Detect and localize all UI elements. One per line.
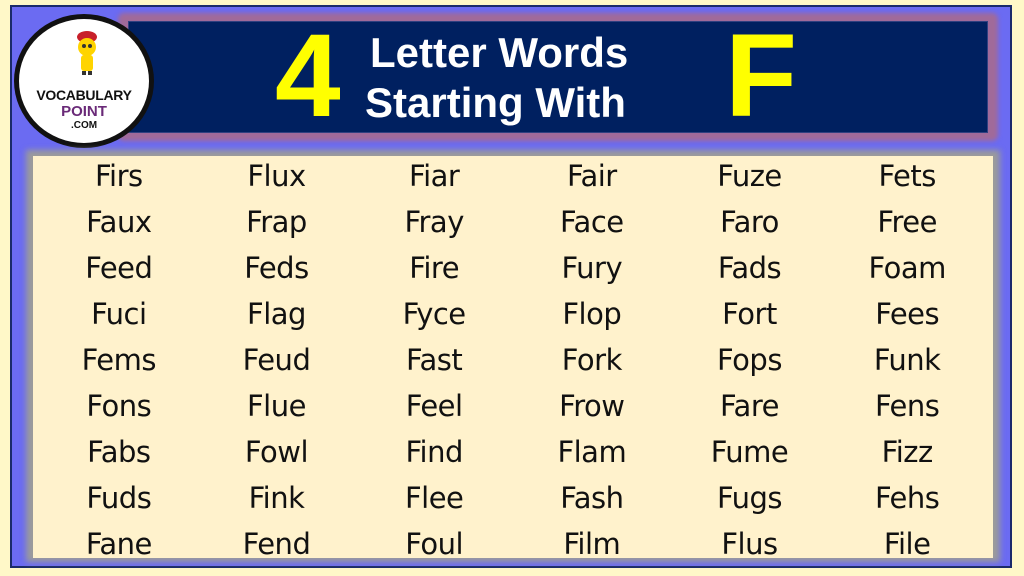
word-item: Flus [721,527,778,561]
title-number: 4 [275,10,341,142]
word-item: File [883,527,931,561]
word-item: Fork [561,343,623,377]
word-item: Fray [404,205,464,239]
word-item: Frow [559,389,625,423]
word-item: Flag [247,297,306,331]
title-line-2: Starting With [365,79,626,126]
word-item: Fads [717,251,782,285]
logo-text-com: .COM [70,120,98,131]
word-item: Feed [85,251,153,285]
word-item: Flam [557,435,627,469]
word-item: Free [877,205,937,239]
word-item: Flop [562,297,622,331]
word-item: Feds [244,251,309,285]
word-item: Foul [405,527,464,561]
word-item: Funk [873,343,941,377]
logo-text-point: POINT [61,103,107,120]
title-letter: F [725,10,798,142]
word-item: Fare [720,389,779,423]
word-item: Fair [566,159,617,193]
word-item: Film [563,527,621,561]
word-item: Fets [878,159,936,193]
word-item: Fire [409,251,460,285]
word-item: Faro [720,205,779,239]
word-item: Fowl [244,435,309,469]
word-item: Fyce [402,297,466,331]
word-item: Fehs [874,481,940,515]
word-item: Feel [405,389,463,423]
word-item: Fees [875,297,940,331]
vocabulary-point-logo: VOCABULARY POINT .COM [14,14,154,148]
word-item: Fiar [409,159,460,193]
mascot-with-book-icon [77,31,97,75]
word-item: Fuci [91,297,147,331]
word-item: Fons [86,389,152,423]
word-item: Fuds [86,481,152,515]
word-item: Fane [85,527,153,561]
word-item: Fash [560,481,624,515]
word-item: Face [560,205,624,239]
word-item: Fems [81,343,157,377]
word-item: Fast [406,343,463,377]
word-item: Fabs [87,435,151,469]
word-item: Fens [874,389,940,423]
word-item: Fort [722,297,777,331]
word-item: Firs [94,159,143,193]
word-item: Frap [246,205,307,239]
word-item: Fugs [716,481,782,515]
title-line-1: Letter Words [370,29,629,76]
logo-text-vocabulary: VOCABULARY [36,87,132,103]
word-item: Find [405,435,463,469]
word-item: Flue [247,389,306,423]
word-item: Flux [247,159,306,193]
word-item: Flee [404,481,464,515]
word-item: Fink [248,481,305,515]
word-item: Feud [242,343,311,377]
word-item: Foam [868,251,946,285]
word-item: Fury [561,251,623,285]
word-item: Fume [710,435,789,469]
word-grid: Firs Flux Fiar Fair Fuze Fets Faux Frap Fray Face… [40,153,986,567]
word-item: Fops [717,343,782,377]
word-item: Fuze [717,159,782,193]
word-item: Fend [242,527,311,561]
word-item: Faux [86,205,152,239]
word-item: Fizz [881,435,934,469]
